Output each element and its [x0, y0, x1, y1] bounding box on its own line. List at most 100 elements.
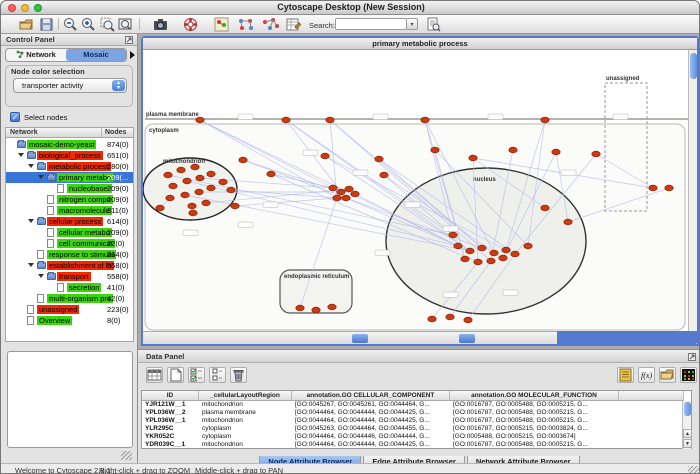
- graph-node[interactable]: [333, 195, 341, 201]
- unselect-attributes-icon[interactable]: [209, 367, 226, 383]
- graph-node[interactable]: [329, 185, 337, 191]
- save-icon[interactable]: [39, 17, 54, 32]
- graph-node[interactable]: [321, 153, 329, 159]
- graph-node[interactable]: [541, 117, 549, 123]
- tree-row[interactable]: macromolecule311(0): [6, 205, 133, 216]
- graph-node[interactable]: [191, 164, 199, 170]
- open-folder-icon[interactable]: [19, 17, 34, 32]
- tree-row[interactable]: primary metabo209(...: [6, 172, 133, 183]
- function-builder-icon[interactable]: f(x): [638, 367, 655, 383]
- edit-table-icon[interactable]: [286, 17, 301, 32]
- table-cell[interactable]: YPL036W__2: [142, 409, 199, 417]
- expand-arrow-icon[interactable]: [28, 164, 34, 168]
- table-row[interactable]: YPL036W__1mitochondrion[GO:0044464, GO:0…: [142, 417, 691, 425]
- scrollbar-thumb[interactable]: [352, 334, 368, 343]
- graph-node[interactable]: [239, 157, 247, 163]
- table-column-header[interactable]: annotation.GO CELLULAR_COMPONENT: [292, 391, 450, 401]
- table-cell[interactable]: [GO:0044464, GO:0044444, GO:0044425, G..…: [292, 409, 450, 417]
- select-nodes-checkbox[interactable]: ✓: [10, 112, 20, 122]
- expand-arrow-icon[interactable]: [28, 263, 34, 267]
- column-divider[interactable]: [101, 128, 102, 137]
- table-cell[interactable]: [GO:0016787, GO:0005215, GO:0003824, G..…: [450, 425, 619, 433]
- delete-attribute-icon[interactable]: [230, 367, 247, 383]
- tree-row[interactable]: cellular process614(0): [6, 216, 133, 227]
- expand-arrow-icon[interactable]: [28, 219, 34, 223]
- table-cell[interactable]: cytoplasm: [199, 433, 292, 441]
- table-row[interactable]: YDR039C__1mitochondrion[GO:0044464, GO:0…: [142, 441, 691, 449]
- graph-node[interactable]: [177, 167, 185, 173]
- graph-node[interactable]: [196, 175, 204, 181]
- tree-row[interactable]: cellular metabo209(0): [6, 227, 133, 238]
- matrix-view-icon[interactable]: [680, 367, 697, 383]
- graph-node[interactable]: [541, 205, 549, 211]
- graph-node[interactable]: [478, 245, 486, 251]
- tree-header-network[interactable]: Network: [10, 129, 38, 136]
- snapshot-camera-icon[interactable]: [153, 17, 168, 32]
- graph-node[interactable]: [227, 187, 235, 193]
- tab-mosaic[interactable]: Mosaic: [66, 49, 126, 61]
- graph-node[interactable]: [195, 189, 203, 195]
- graph-node[interactable]: [164, 172, 172, 178]
- graph-node[interactable]: [189, 210, 197, 216]
- tree-row[interactable]: multi-organism pro42(0): [6, 293, 133, 304]
- zoom-in-icon[interactable]: [81, 17, 96, 32]
- graph-node[interactable]: [282, 117, 290, 123]
- table-cell[interactable]: YLR295C: [142, 425, 199, 433]
- table-cell[interactable]: [GO:0016787, GO:0005488, GO:0005215, G..…: [450, 441, 619, 449]
- tab-network[interactable]: Network: [6, 49, 66, 61]
- graph-node[interactable]: [337, 189, 345, 195]
- graph-node[interactable]: [296, 305, 304, 311]
- tree-row[interactable]: Overview8(0): [6, 315, 133, 326]
- graph-node[interactable]: [428, 316, 436, 322]
- table-cell[interactable]: [GO:0016787, GO:0005488, GO:0005215, G..…: [450, 417, 619, 425]
- background-frame-scrollbar[interactable]: [143, 331, 557, 344]
- tree-row[interactable]: nitrogen compo209(0): [6, 194, 133, 205]
- tree-row[interactable]: unassigned223(0): [6, 304, 133, 315]
- table-cell[interactable]: [GO:0045267, GO:0045261, GO:0044464, G..…: [292, 401, 450, 409]
- graph-node[interactable]: [502, 247, 510, 253]
- graph-node[interactable]: [380, 172, 388, 178]
- graph-node[interactable]: [207, 185, 215, 191]
- network-overview-box[interactable]: [7, 351, 133, 448]
- table-cell[interactable]: [GO:0016787, GO:0005488, GO:0005215, G..…: [450, 409, 619, 417]
- tree-row[interactable]: cell communicat22(0): [6, 238, 133, 249]
- table-cell[interactable]: YPL036W__1: [142, 417, 199, 425]
- graph-node[interactable]: [202, 200, 210, 206]
- help-lifering-icon[interactable]: [183, 17, 198, 32]
- graph-node[interactable]: [509, 147, 517, 153]
- table-row[interactable]: YKR052Ccytoplasm[GO:0044464, GO:0044446,…: [142, 433, 691, 441]
- graph-node[interactable]: [431, 147, 439, 153]
- graph-node[interactable]: [219, 179, 227, 185]
- window-resize-grip[interactable]: [688, 466, 699, 474]
- table-cell[interactable]: YKR052C: [142, 433, 199, 441]
- zoom-selected-icon[interactable]: [100, 17, 115, 32]
- layout-network-alt-icon[interactable]: [261, 17, 281, 32]
- new-attribute-icon[interactable]: [167, 367, 184, 383]
- graph-node[interactable]: [487, 258, 495, 264]
- tree-row[interactable]: nucleobase-209(0): [6, 183, 133, 194]
- graph-node[interactable]: [446, 314, 454, 320]
- table-row[interactable]: YLR295Ccytoplasm[GO:0045263, GO:0044464,…: [142, 425, 691, 433]
- select-attributes-icon[interactable]: [188, 367, 205, 383]
- table-cell[interactable]: [GO:0044464, GO:0044444, GO:0044425, G..…: [292, 417, 450, 425]
- graph-node[interactable]: [169, 183, 177, 189]
- table-cell[interactable]: [GO:0044464, GO:0044446, GO:0044444, G..…: [292, 433, 450, 441]
- network-canvas[interactable]: plasma membranecytoplasmmitochondrionnuc…: [143, 50, 688, 331]
- graph-node[interactable]: [454, 243, 462, 249]
- table-cell[interactable]: [GO:0045263, GO:0044464, GO:0044455, G..…: [292, 425, 450, 433]
- panel-resize-grip[interactable]: [121, 451, 132, 460]
- tree-row[interactable]: response to stimulu264(0): [6, 249, 133, 260]
- graph-node[interactable]: [449, 232, 457, 238]
- table-cell[interactable]: mitochondrion: [199, 401, 292, 409]
- graph-node[interactable]: [564, 219, 572, 225]
- import-table-icon[interactable]: [659, 367, 676, 383]
- table-cell[interactable]: [GO:0005488, GO:0005215, GO:0003674]: [450, 433, 619, 441]
- graph-node[interactable]: [181, 192, 189, 198]
- tree-row[interactable]: metabolic process280(0): [6, 161, 133, 172]
- canvas-vertical-scrollbar[interactable]: [688, 50, 697, 331]
- tab-overflow-arrow-icon[interactable]: [130, 51, 135, 59]
- graph-node[interactable]: [524, 243, 532, 249]
- vizmapper-icon[interactable]: [214, 17, 229, 32]
- table-cell[interactable]: mitochondrion: [199, 417, 292, 425]
- search-config-icon[interactable]: [426, 17, 441, 32]
